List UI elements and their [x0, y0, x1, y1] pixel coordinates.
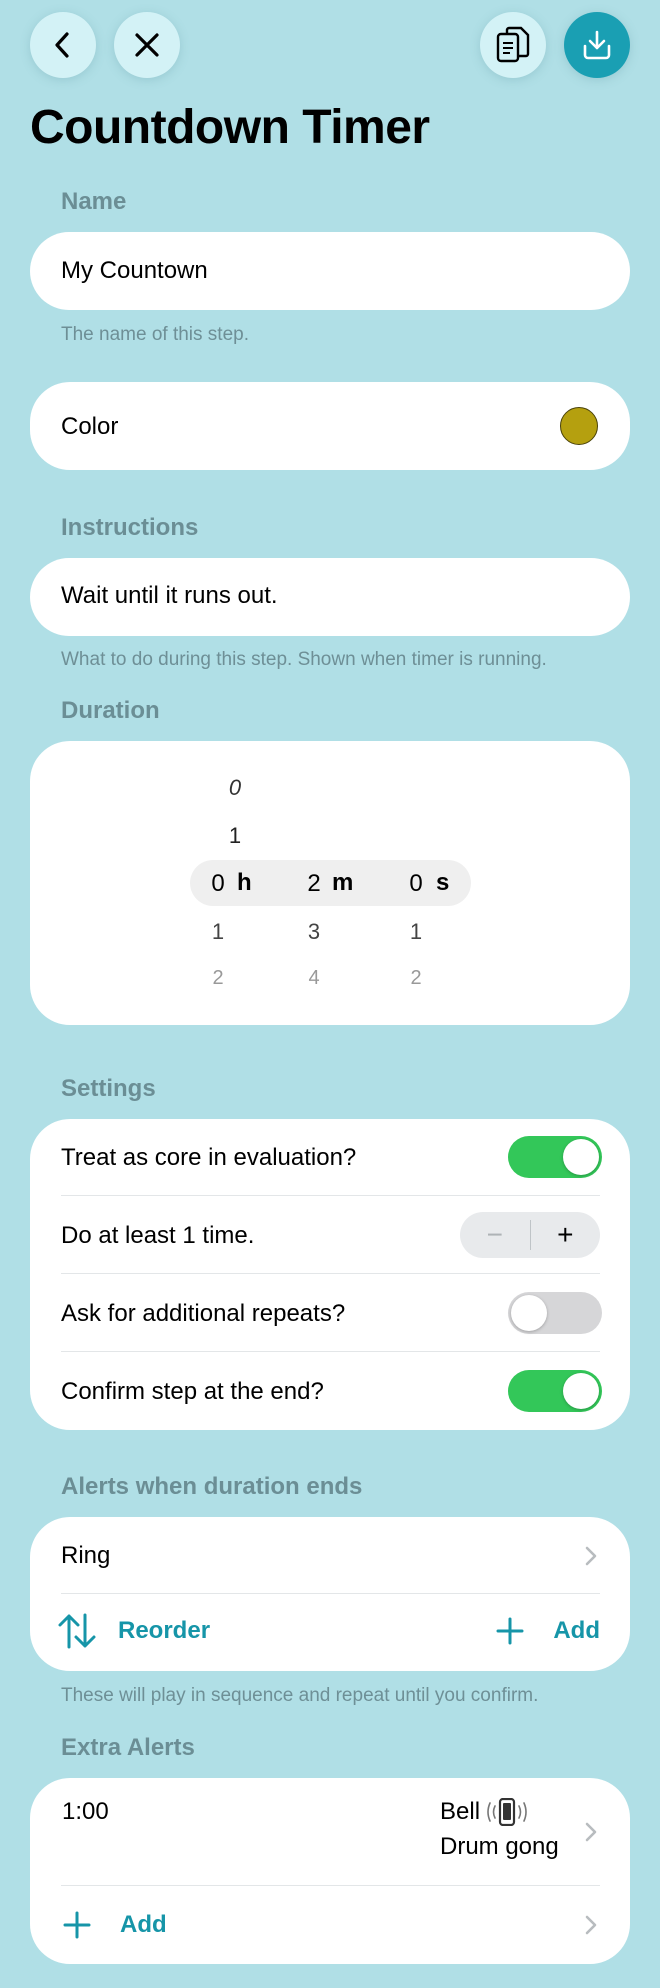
reorder-button[interactable]: Reorder: [56, 1609, 210, 1653]
picker-hours-unit: h: [237, 869, 252, 896]
extra-alert-sound-primary-row: Bell: [440, 1798, 528, 1826]
close-button[interactable]: [114, 12, 180, 78]
reorder-arrows-icon: [58, 1613, 96, 1649]
chevron-right-icon: [585, 1915, 597, 1935]
increment-button[interactable]: +: [531, 1212, 601, 1258]
picker-seconds-unit: s: [436, 869, 450, 896]
picker-hours-below-1[interactable]: 1: [198, 919, 238, 945]
additional-repeats-toggle[interactable]: [508, 1292, 602, 1334]
settings-divider: [61, 1351, 600, 1352]
picker-minutes-unit: m: [332, 869, 354, 896]
picker-minutes-above-2[interactable]: 0: [215, 775, 255, 801]
chevron-left-icon: [55, 32, 69, 58]
picker-minutes-selected[interactable]: 2: [294, 870, 334, 898]
copy-documents-icon: [496, 26, 530, 63]
picker-minutes-above-1[interactable]: 1: [215, 823, 255, 849]
add-alert-label: Add: [553, 1617, 600, 1644]
confirm-step-label: Confirm step at the end?: [61, 1378, 324, 1405]
repeat-count-stepper[interactable]: − +: [460, 1212, 600, 1258]
repeat-count-label: Do at least 1 time.: [61, 1222, 255, 1249]
add-extra-alert-label: Add: [120, 1911, 167, 1938]
picker-seconds-below-2[interactable]: 2: [396, 967, 436, 990]
picker-seconds-selected[interactable]: 0: [396, 870, 436, 898]
instructions-section-label: Instructions: [61, 514, 199, 541]
alert-item-label: Ring: [61, 1542, 111, 1569]
extra-alert-item[interactable]: 1:00 Bell Drum gong: [30, 1778, 630, 1885]
decrement-button[interactable]: −: [460, 1212, 530, 1258]
instructions-helper-text: What to do during this step. Shown when …: [61, 649, 547, 670]
page-title: Countdown Timer: [30, 101, 430, 154]
phone-vibrate-icon: [487, 1798, 527, 1826]
plus-icon: [496, 1617, 524, 1645]
alerts-card: Ring Reorder Add: [30, 1517, 630, 1671]
color-row[interactable]: Color: [30, 382, 630, 470]
add-alert-button[interactable]: Add: [495, 1609, 600, 1653]
close-icon: [135, 33, 159, 57]
core-evaluation-label: Treat as core in evaluation?: [61, 1144, 357, 1171]
color-label: Color: [61, 413, 119, 440]
instructions-field-value: Wait until it runs out.: [61, 582, 278, 609]
alert-item-row[interactable]: Ring: [30, 1517, 630, 1593]
extra-alert-time: 1:00: [62, 1798, 109, 1825]
instructions-field[interactable]: Wait until it runs out.: [30, 558, 630, 636]
download-tray-icon: [583, 30, 611, 60]
extra-alerts-section-label: Extra Alerts: [61, 1734, 195, 1761]
extra-alert-sound-primary: Bell: [440, 1798, 481, 1825]
settings-section-label: Settings: [61, 1075, 156, 1102]
duplicate-button[interactable]: [480, 12, 546, 78]
confirm-step-toggle[interactable]: [508, 1370, 602, 1412]
chevron-right-icon: [585, 1822, 597, 1842]
chevron-right-icon: [585, 1546, 597, 1566]
save-button[interactable]: [564, 12, 630, 78]
name-field-value: My Countown: [61, 257, 208, 284]
add-extra-alert-button[interactable]: Add: [30, 1886, 630, 1964]
extra-alerts-card: 1:00 Bell Drum gong Add: [30, 1778, 630, 1964]
picker-minutes-below-1[interactable]: 3: [294, 919, 334, 945]
name-section-label: Name: [61, 188, 127, 215]
alerts-divider: [61, 1593, 600, 1594]
duration-picker[interactable]: 0 1 0 h 2 m 0 s 1 3 1 2 4 2: [30, 741, 630, 1025]
extra-alert-sound-secondary: Drum gong: [440, 1833, 559, 1860]
settings-card: Treat as core in evaluation? Do at least…: [30, 1119, 630, 1430]
name-helper-text: The name of this step.: [61, 324, 249, 345]
alerts-helper-text: These will play in sequence and repeat u…: [61, 1685, 539, 1706]
color-swatch[interactable]: [560, 407, 598, 445]
duration-section-label: Duration: [61, 697, 160, 724]
plus-icon: [63, 1911, 91, 1939]
picker-seconds-below-1[interactable]: 1: [396, 919, 436, 945]
back-button[interactable]: [30, 12, 96, 78]
reorder-label: Reorder: [118, 1617, 211, 1644]
settings-divider: [61, 1273, 600, 1274]
picker-minutes-below-2[interactable]: 4: [294, 967, 334, 990]
settings-divider: [61, 1195, 600, 1196]
picker-hours-selected[interactable]: 0: [198, 870, 238, 898]
alerts-section-label: Alerts when duration ends: [61, 1473, 363, 1500]
picker-hours-below-2[interactable]: 2: [198, 967, 238, 990]
name-field[interactable]: My Countown: [30, 232, 630, 310]
additional-repeats-label: Ask for additional repeats?: [61, 1300, 346, 1327]
core-evaluation-toggle[interactable]: [508, 1136, 602, 1178]
